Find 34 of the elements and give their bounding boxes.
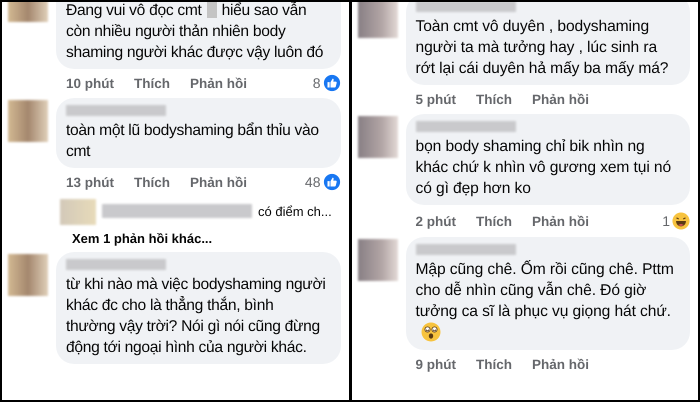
like-link[interactable]: Thích [476, 214, 512, 228]
reaction-count: 1 [662, 213, 670, 229]
reply-link[interactable]: Phản hồi [190, 174, 248, 190]
comment-time: 5 phút [416, 92, 456, 107]
comment-time: 10 phút [66, 76, 114, 90]
comment-text: Mập cũng chê. Ốm rồi cũng chê. Pttm cho dễ nhìn cũng vẫn chê. Đó giờ tưởng ca sĩ là phục vụ giọng hát chứ. [416, 261, 674, 320]
reply-link[interactable]: Phản hồi [532, 92, 589, 107]
comment-time: 9 phút [416, 357, 456, 372]
reply-link[interactable]: Phản hồi [532, 214, 589, 228]
comment-text: bọn body shaming chỉ bik nhìn ng khác chứ k nhìn vô gương xem tụi nó có gì đẹp hơn ko [416, 137, 672, 199]
blurred-avatar [60, 199, 96, 225]
like-link[interactable]: Thích [476, 357, 512, 372]
laughing-emoji-icon [672, 212, 690, 230]
like-link[interactable]: Thích [134, 76, 170, 90]
blurred-avatar [8, 254, 48, 296]
blurred-avatar [358, 2, 398, 38]
blurred-avatar [8, 100, 48, 142]
blurred-avatar [358, 116, 398, 158]
reply-link[interactable]: Phản hồi [190, 76, 248, 90]
reaction-count: 48 [304, 174, 320, 190]
comment-text: từ khi nào mà việc bodyshaming người khác đc cho là thẳng thắn, bình thường vậy trời? Nói gì nói cũng đừng động tới ngoại hình của người khác. [66, 275, 326, 358]
reply-link[interactable]: Phản hồi [532, 357, 589, 372]
comment-text: toàn một lũ bodyshaming bẩn thỉu vào cmt [66, 121, 320, 162]
comment-time: 13 phút [66, 174, 114, 190]
blurred-avatar [358, 239, 398, 281]
like-icon [322, 173, 340, 191]
comment-text: Toàn cmt vô duyên , bodyshaming người ta mà tưởng hay , lúc sinh ra rớt lại cái duyên hả mấy ba mấy má? [416, 17, 670, 79]
view-more-replies-link[interactable]: Xem 1 phản hồi khác... [72, 231, 340, 246]
comment-time: 2 phút [416, 214, 456, 228]
like-icon [322, 74, 340, 92]
reaction-count: 8 [312, 75, 320, 91]
like-link[interactable]: Thích [134, 174, 170, 190]
like-link[interactable]: Thích [476, 92, 512, 107]
reply-preview-text: có điểm ch... [258, 204, 332, 218]
